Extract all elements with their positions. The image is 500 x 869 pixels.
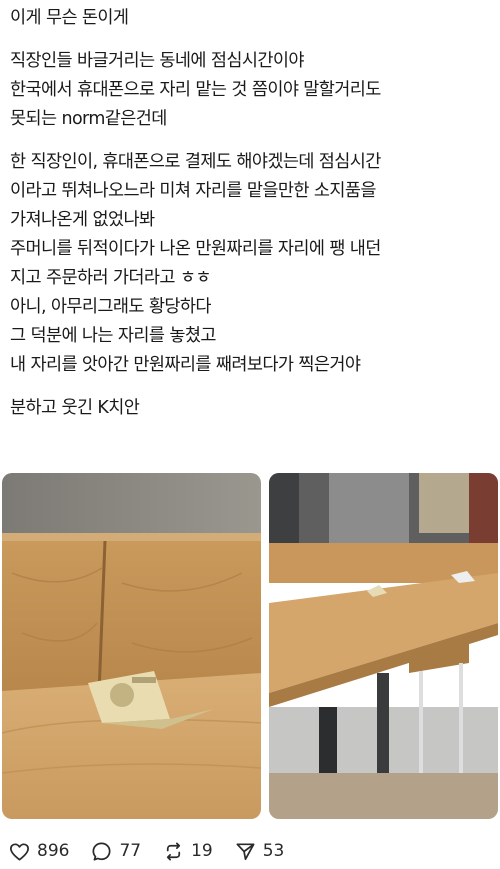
heart-icon (10, 842, 29, 861)
send-icon (236, 842, 255, 860)
post-line: 주머니를 뒤적이다가 나온 만원짜리를 자리에 팽 내던 (10, 239, 381, 259)
post-text: 이게 무슨 돈이게 직장인들 바글거리는 동네에 점심시간이야 한국에서 휴대폰… (10, 4, 496, 423)
photo-counter-view[interactable] (269, 473, 498, 819)
share-count: 53 (262, 841, 285, 861)
post-line: 한 직장인이, 휴대폰으로 결제도 해야겠는데 점심시간 (10, 152, 381, 172)
post-line: 아니, 아무리그래도 황당하다 (10, 297, 211, 317)
post-line: 내 자리를 앗아간 만원짜리를 째려보다가 찍은거야 (10, 355, 361, 375)
post-line: 못되는 norm같은건데 (10, 109, 167, 129)
post-actions-bar: 896 77 19 53 (8, 838, 305, 864)
reply-button[interactable]: 77 (90, 840, 141, 863)
comment-bubble-icon (92, 841, 111, 861)
like-count: 896 (37, 841, 70, 861)
photo-gallery (2, 473, 498, 819)
post-line: 지고 주문하러 가더라고 ㅎㅎ (10, 268, 211, 288)
repost-arrows-icon (166, 841, 181, 861)
photo-banknote-closeup[interactable] (2, 473, 261, 819)
post-line: 한국에서 휴대폰으로 자리 맡는 것 쯤이야 말할거리도 (10, 80, 381, 100)
post-line: 분하고 웃긴 K치안 (10, 398, 140, 418)
post-line: 직장인들 바글거리는 동네에 점심시간이야 (10, 51, 304, 71)
post-line: 가져나온게 없었나봐 (10, 210, 155, 230)
post-line: 그 덕분에 나는 자리를 놓쳤고 (10, 326, 216, 346)
post-line: 이라고 뛰쳐나오느라 미쳐 자리를 맡을만한 소지품을 (10, 181, 376, 201)
reply-count: 77 (119, 841, 142, 861)
post-line: 이게 무슨 돈이게 (10, 8, 129, 28)
repost-button[interactable]: 19 (162, 840, 213, 863)
share-button[interactable]: 53 (234, 840, 285, 863)
like-button[interactable]: 896 (8, 840, 69, 863)
repost-count: 19 (191, 841, 213, 861)
